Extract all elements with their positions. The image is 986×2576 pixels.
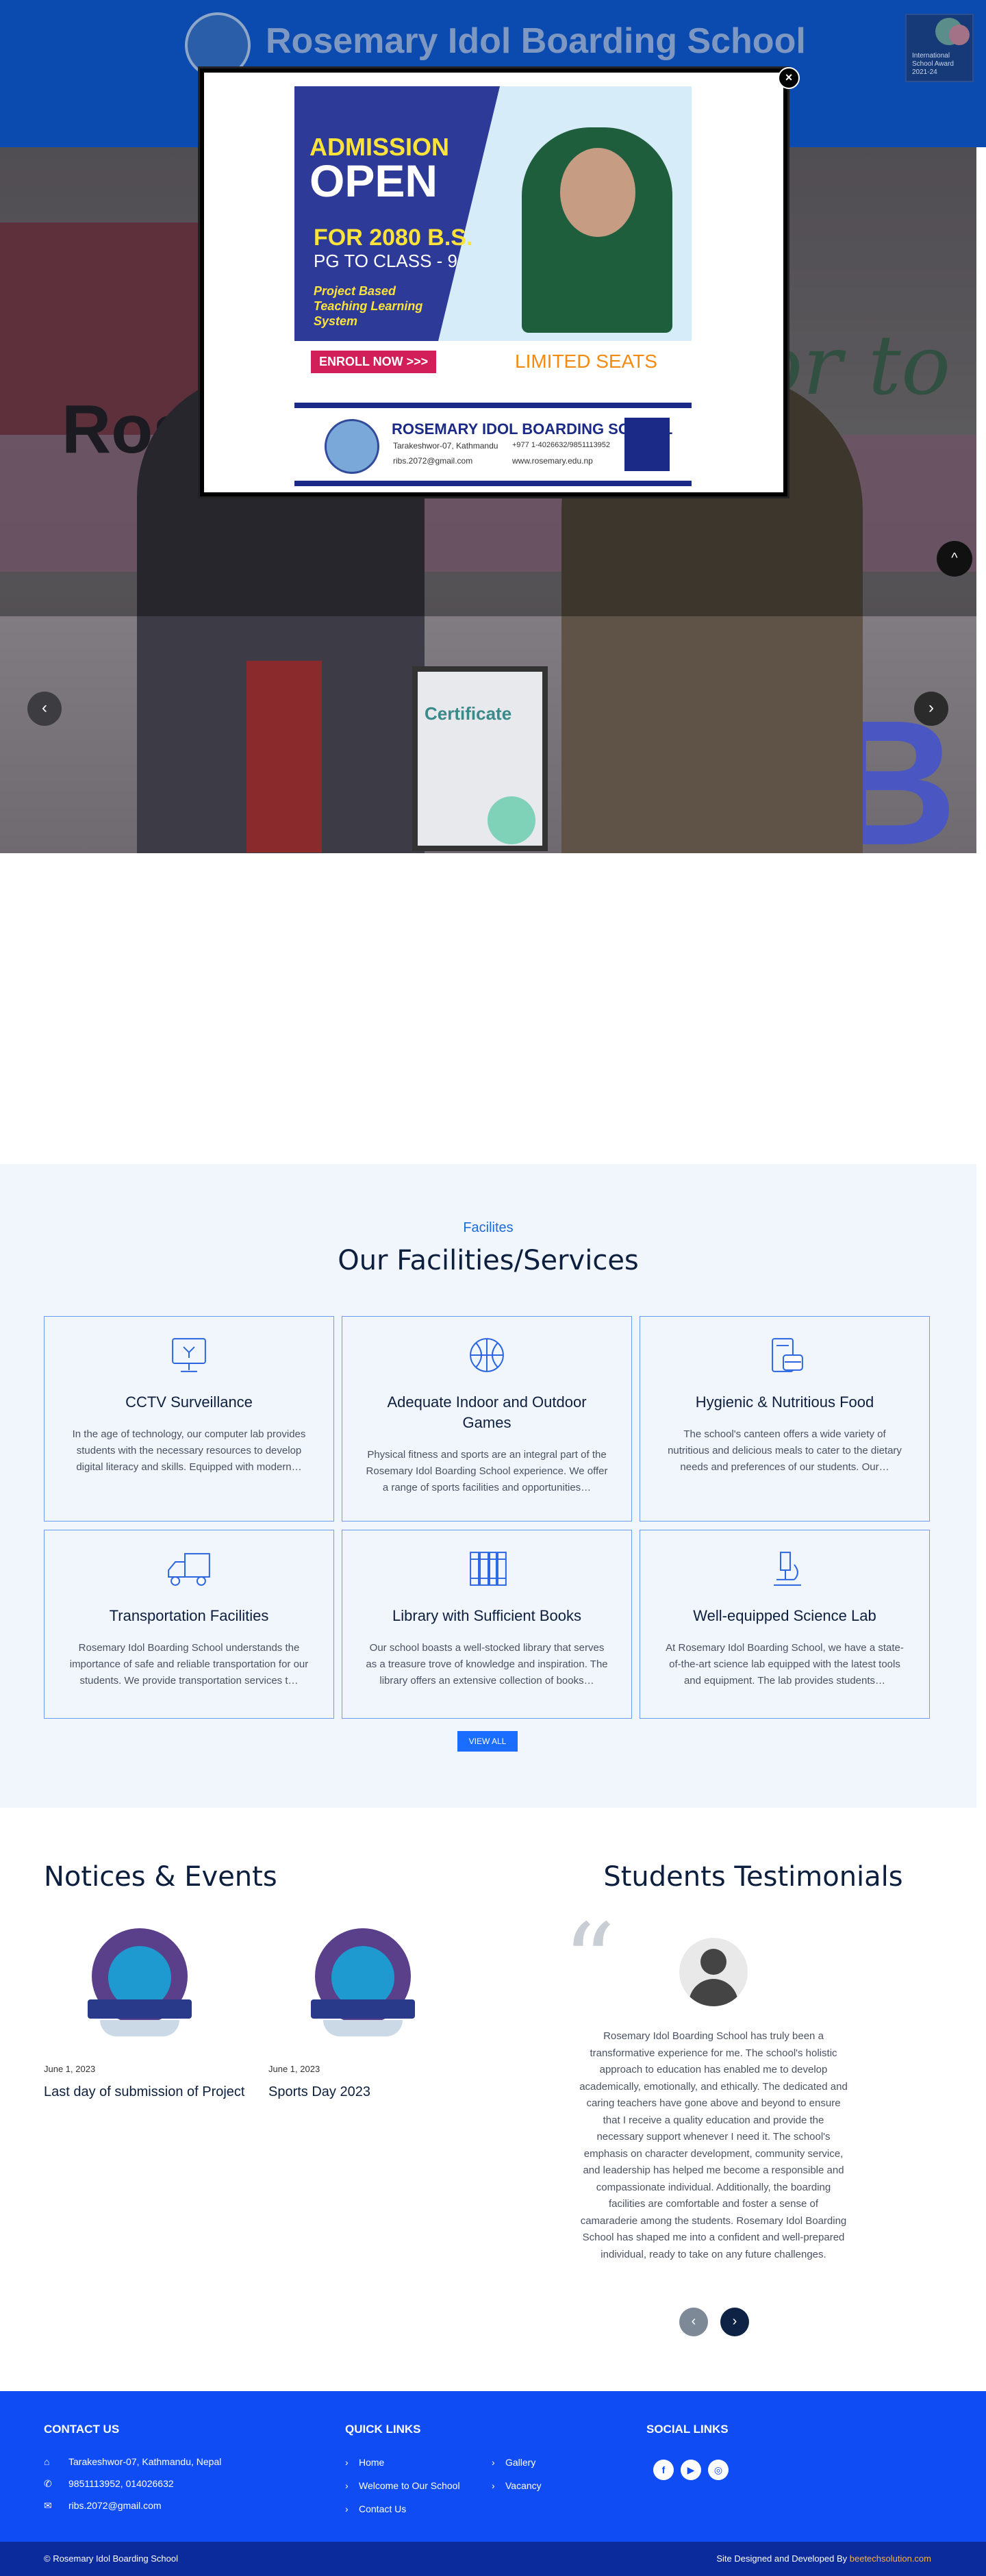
- site-footer: CONTACT US ⌂ Tarakeshwor-07, Kathmandu, …: [0, 2391, 986, 2542]
- flyer-limited-text: LIMITED SEATS: [515, 351, 657, 372]
- facebook-icon[interactable]: f: [653, 2460, 674, 2480]
- facility-card[interactable]: Hygienic & Nutritious Food The school's …: [640, 1316, 930, 1521]
- facility-card[interactable]: Library with Sufficient Books Our school…: [342, 1530, 632, 1719]
- flyer-year-text: FOR 2080 B.S.: [314, 225, 473, 251]
- flyer-contact-strip: ROSEMARY IDOL BOARDING SCHOOL Tarakeshwo…: [294, 403, 692, 486]
- close-icon[interactable]: ×: [778, 67, 800, 89]
- books-icon: [470, 1552, 507, 1586]
- facility-card-text: The school's canteen offers a wide varie…: [668, 1428, 902, 1473]
- facility-card-title: Transportation Facilities: [109, 1607, 269, 1624]
- flyer-open-text: OPEN: [309, 155, 438, 206]
- facility-card-title: CCTV Surveillance: [125, 1393, 253, 1411]
- hero-scarf: [246, 661, 322, 853]
- footer-bottom-bar: © Rosemary Idol Boarding School Site Des…: [0, 2542, 986, 2576]
- facility-card-text: Our school boasts a well-stocked library…: [366, 1642, 608, 1687]
- notice-date: June 1, 2023: [268, 2064, 320, 2074]
- microscope-icon: [774, 1552, 801, 1586]
- chevron-right-icon: ›: [492, 2480, 495, 2491]
- phone-icon: ✆: [44, 2478, 52, 2489]
- footer-link-gallery[interactable]: Gallery: [505, 2457, 535, 2468]
- strip-address: Tarakeshwor-07, Kathmandu: [393, 441, 498, 451]
- footer-social-title: SOCIAL LINKS: [646, 2423, 729, 2436]
- award-text: International School Award 2021-24: [912, 52, 954, 76]
- footer-email[interactable]: ribs.2072@gmail.com: [68, 2500, 162, 2511]
- copyright-text: © Rosemary Idol Boarding School: [44, 2553, 179, 2564]
- avatar: [679, 1938, 748, 2006]
- certificate-title: Certificate: [425, 703, 512, 724]
- mail-icon: ✉: [44, 2500, 52, 2511]
- footer-quick-links-title: QUICK LINKS: [345, 2423, 421, 2436]
- notices-title: Notices & Events: [44, 1861, 277, 1893]
- testimonials-title: Students Testimonials: [603, 1861, 903, 1893]
- testimonial-prev-button[interactable]: ‹: [679, 2308, 708, 2336]
- food-icon: [772, 1338, 803, 1372]
- strip-email: ribs.2072@gmail.com: [393, 456, 473, 466]
- site-title[interactable]: Rosemary Idol Boarding School: [266, 21, 806, 62]
- facility-card-title: Library with Sufficient Books: [392, 1607, 581, 1624]
- facility-card-title: Hygienic & Nutritious Food: [695, 1393, 874, 1411]
- facility-card[interactable]: Transportation Facilities Rosemary Idol …: [44, 1530, 334, 1719]
- credit-text: Site Designed and Developed By beetechso…: [716, 2553, 931, 2564]
- flyer-student-face: [560, 148, 635, 237]
- chevron-right-icon: ›: [345, 2503, 349, 2514]
- notice-title-link[interactable]: Sports Day 2023: [268, 2084, 370, 2100]
- facility-card-text: Physical fitness and sports are an integ…: [366, 1449, 608, 1493]
- monitor-icon: [172, 1338, 206, 1372]
- instagram-icon[interactable]: ◎: [708, 2460, 729, 2480]
- facilities-section: Facilites Our Facilities/Services CCTV S…: [0, 1164, 976, 1808]
- footer-phone[interactable]: 9851113952, 014026632: [68, 2478, 174, 2489]
- flyer-project-text: Project Based Teaching Learning System: [314, 284, 423, 328]
- footer-link-contact[interactable]: Contact Us: [359, 2503, 406, 2514]
- truck-icon: [168, 1553, 210, 1586]
- quote-icon: “: [563, 1902, 616, 2021]
- strip-school-logo: [325, 419, 379, 474]
- admission-popup: × ADMISSION OPEN FOR 2080 B.S. PG TO CLA…: [200, 67, 800, 496]
- youtube-icon[interactable]: ▶: [681, 2460, 701, 2480]
- facility-card-title: Well-equipped Science Lab: [693, 1607, 876, 1624]
- strip-website: www.rosemary.edu.np: [512, 456, 593, 466]
- strip-phone: +977 1-4026632/9851113952: [512, 441, 611, 449]
- footer-address: Tarakeshwor-07, Kathmandu, Nepal: [68, 2456, 222, 2467]
- admission-flyer[interactable]: ADMISSION OPEN FOR 2080 B.S. PG TO CLASS…: [294, 86, 692, 378]
- award-badge: International School Award 2021-24: [905, 14, 974, 82]
- basketball-icon: [470, 1338, 504, 1372]
- facility-card-title: Adequate Indoor and Outdoor Games: [387, 1393, 587, 1431]
- scroll-to-top-button[interactable]: ^: [937, 541, 972, 577]
- chevron-right-icon: ›: [345, 2457, 349, 2468]
- flyer-class-text: PG TO CLASS - 9: [314, 251, 458, 271]
- hero-next-button[interactable]: ›: [914, 692, 948, 726]
- facility-card-text: Rosemary Idol Boarding School understand…: [69, 1642, 309, 1687]
- footer-link-vacancy[interactable]: Vacancy: [505, 2480, 542, 2491]
- view-all-button[interactable]: VIEW ALL: [457, 1731, 518, 1752]
- credit-prefix: Site Designed and Developed By: [716, 2553, 850, 2564]
- footer-contact-title: CONTACT US: [44, 2423, 120, 2436]
- notice-date: June 1, 2023: [44, 2064, 96, 2074]
- testimonial-next-button[interactable]: ›: [720, 2308, 749, 2336]
- testimonial-text: Rosemary Idol Boarding School has truly …: [579, 2030, 848, 2260]
- notice-title-link[interactable]: Last day of submission of Project: [44, 2084, 244, 2100]
- home-icon: ⌂: [44, 2456, 50, 2467]
- hero-prev-button[interactable]: ‹: [27, 692, 62, 726]
- footer-link-home[interactable]: Home: [359, 2457, 384, 2468]
- strip-award-badge: [624, 418, 670, 471]
- facility-card[interactable]: Adequate Indoor and Outdoor Games Physic…: [342, 1316, 632, 1521]
- facility-card-text: In the age of technology, our computer l…: [72, 1428, 306, 1473]
- chevron-right-icon: ›: [345, 2480, 349, 2491]
- notice-thumbnail[interactable]: [85, 1917, 194, 2041]
- notice-thumbnail[interactable]: [308, 1917, 418, 2041]
- facility-card-text: At Rosemary Idol Boarding School, we hav…: [666, 1642, 904, 1687]
- flyer-enroll-badge: ENROLL NOW >>>: [311, 351, 437, 373]
- hero-certificate: Certificate: [412, 666, 548, 851]
- facilities-title: Our Facilities/Services: [338, 1245, 639, 1276]
- facility-card[interactable]: CCTV Surveillance In the age of technolo…: [44, 1316, 334, 1521]
- footer-link-welcome[interactable]: Welcome to Our School: [359, 2480, 460, 2491]
- facilities-kicker: Facilites: [463, 1220, 514, 1235]
- chevron-right-icon: ›: [492, 2457, 495, 2468]
- developer-link[interactable]: beetechsolution.com: [850, 2553, 931, 2564]
- facility-card[interactable]: Well-equipped Science Lab At Rosemary Id…: [640, 1530, 930, 1719]
